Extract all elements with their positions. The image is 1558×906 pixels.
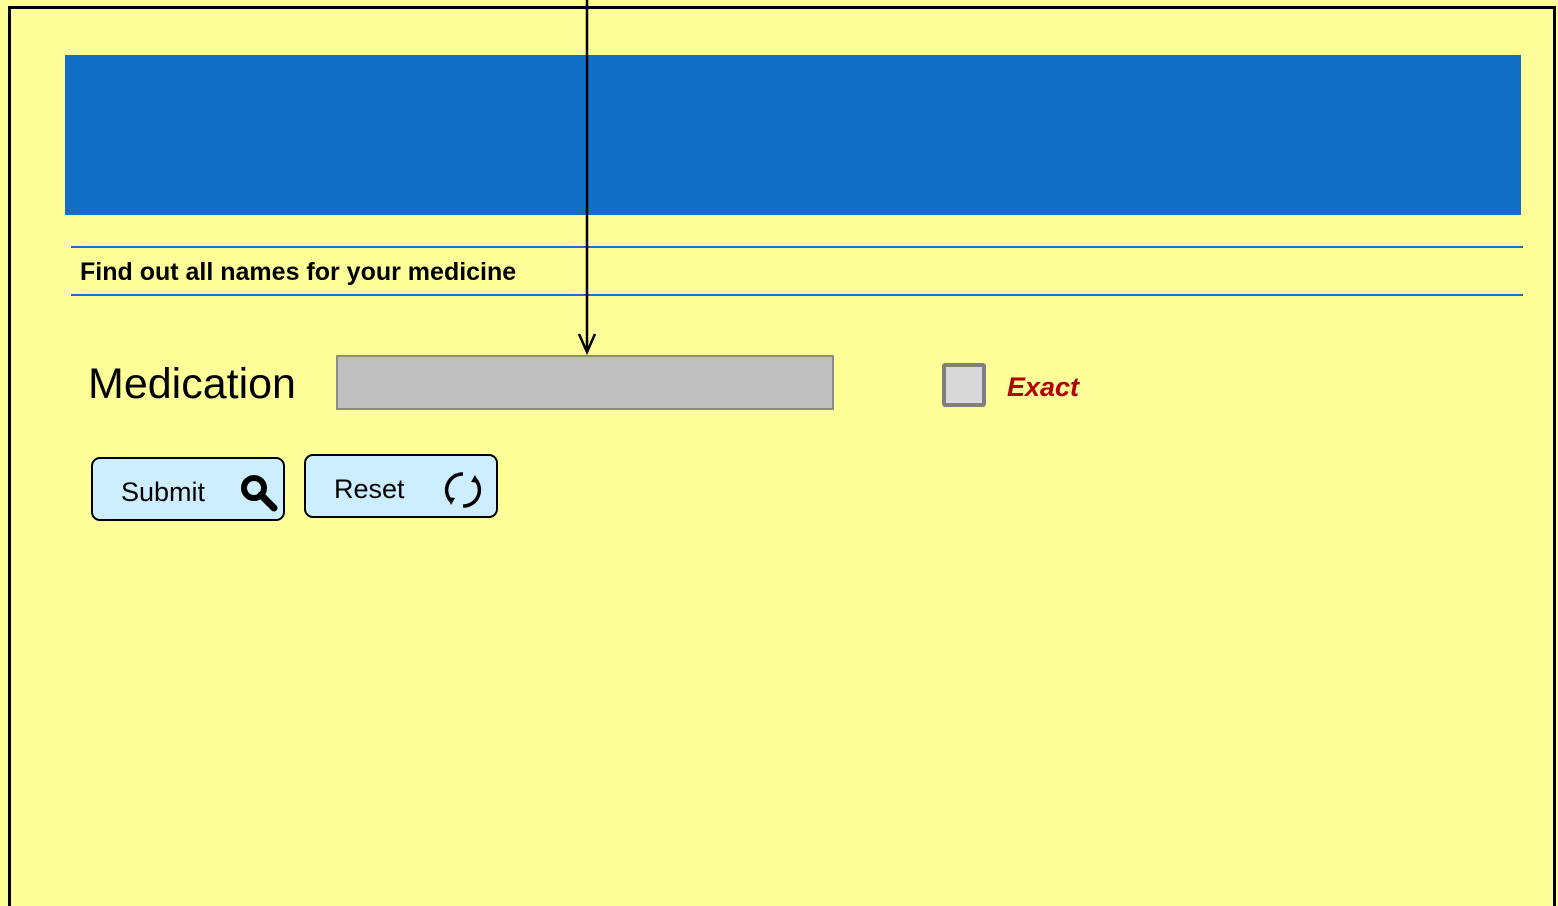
medication-input[interactable]: [336, 355, 834, 410]
page-subtitle: Find out all names for your medicine: [80, 258, 517, 286]
reset-button[interactable]: Reset: [304, 454, 498, 518]
arrow-down-icon: [577, 0, 597, 356]
search-icon: [239, 473, 279, 516]
reset-button-label: Reset: [334, 474, 405, 504]
exact-label: Exact: [1007, 372, 1080, 402]
divider-bottom: [71, 294, 1523, 296]
divider-top: [71, 246, 1523, 248]
medication-label: Medication: [88, 360, 296, 408]
refresh-icon: [443, 470, 483, 513]
submit-button[interactable]: Submit: [91, 457, 285, 521]
header-banner: [65, 55, 1521, 215]
exact-checkbox[interactable]: [942, 363, 986, 407]
submit-button-label: Submit: [121, 477, 206, 507]
